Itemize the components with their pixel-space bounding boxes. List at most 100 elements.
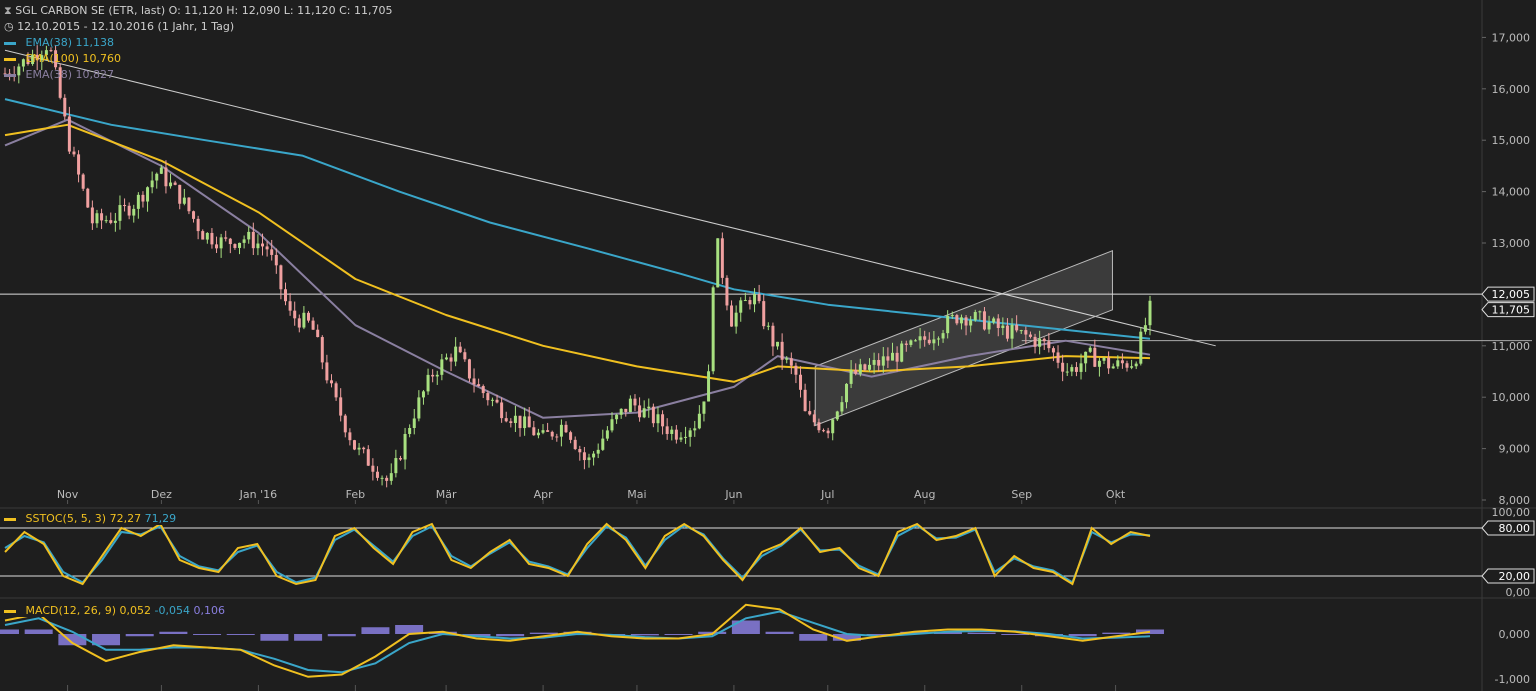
macd-histogram-bar: [125, 634, 154, 637]
stoch-legend[interactable]: SSTOC(5, 5, 3) 72,27 71,29: [4, 512, 177, 525]
macd-hist-value: 0,106: [193, 604, 226, 617]
candle-body: [435, 374, 439, 377]
candle-body: [670, 429, 674, 434]
candle-body: [523, 416, 527, 429]
candle-body: [472, 378, 476, 385]
candle-body: [454, 346, 458, 362]
candle-body: [261, 243, 265, 247]
month-label: Mär: [436, 488, 457, 501]
candle-body: [513, 415, 517, 424]
candle-body: [1015, 324, 1019, 331]
macd-histogram-bar: [1068, 634, 1097, 637]
candle-body: [697, 413, 701, 429]
price-tag-label: 11,705: [1492, 304, 1531, 317]
month-label: Jun: [724, 488, 742, 501]
candle-body: [403, 433, 407, 460]
candle-body: [826, 430, 830, 434]
candle-body: [909, 340, 913, 345]
price-tick-label: 11,000: [1492, 340, 1531, 353]
candle-body: [1038, 338, 1042, 347]
candle-body: [569, 432, 573, 440]
macd-histogram-bar: [0, 629, 19, 634]
title-row: ⧗ SGL CARBON SE (ETR, last) O: 11,120 H:…: [4, 3, 393, 19]
price-tag: 11,705: [1481, 302, 1535, 318]
candle-body: [789, 358, 793, 366]
candle-body: [444, 357, 448, 360]
candle-body: [647, 406, 651, 409]
candle-body: [201, 231, 205, 240]
period-row: ◷ 12.10.2015 - 12.10.2016 (1 Jahr, 1 Tag…: [4, 19, 393, 35]
legend-ema1[interactable]: EMA(38) 11,138: [4, 35, 393, 51]
close-label: C:: [339, 4, 351, 17]
candle-body: [348, 432, 352, 441]
candle-body: [1134, 363, 1138, 367]
macd-histogram-bar: [967, 632, 996, 634]
macd-legend[interactable]: MACD(12, 26, 9) 0,052 -0,054 0,106: [4, 604, 226, 617]
candle-body: [274, 254, 278, 266]
candle-body: [325, 362, 329, 381]
legend-ema2[interactable]: EMA(100) 10,760: [4, 51, 393, 67]
macd-axis-label: -1,000: [1495, 673, 1530, 686]
candle-body: [394, 458, 398, 474]
macd-histogram-bar: [327, 634, 356, 637]
legend-ema3[interactable]: EMA(38) 10,827: [4, 67, 393, 83]
chart-icon: ⧗: [4, 4, 12, 17]
candle-body: [242, 239, 246, 243]
candle-body: [352, 440, 356, 450]
candle-body: [913, 340, 917, 342]
chart-background: [0, 0, 1536, 691]
candle-body: [238, 242, 242, 248]
candle-body: [224, 237, 228, 239]
candle-body: [293, 310, 297, 319]
candle-body: [753, 294, 757, 305]
price-tick-label: 10,000: [1492, 391, 1531, 404]
ema2-swatch: [4, 57, 16, 61]
macd-histogram-bar: [664, 634, 693, 635]
candle-body: [651, 406, 655, 424]
candle-body: [113, 220, 117, 223]
candle-body: [605, 430, 609, 439]
month-label: Sep: [1011, 488, 1032, 501]
candle-body: [785, 358, 789, 360]
candle-body: [831, 419, 835, 434]
candle-body: [297, 318, 301, 328]
candle-body: [564, 424, 568, 433]
candle-body: [587, 457, 591, 461]
candle-body: [716, 238, 720, 288]
candle-body: [964, 317, 968, 326]
candle-body: [1028, 334, 1032, 337]
high-value: 12,090: [241, 4, 281, 17]
candle-body: [426, 374, 430, 392]
candle-body: [1102, 357, 1106, 361]
candle-body: [950, 315, 954, 317]
candle-body: [927, 339, 931, 344]
candle-body: [141, 194, 145, 202]
candle-body: [776, 341, 780, 347]
candle-body: [398, 458, 402, 460]
candle-body: [936, 338, 940, 340]
month-label: Dez: [151, 488, 172, 501]
candle-body: [739, 300, 743, 313]
candle-body: [978, 311, 982, 313]
candle-body: [1139, 331, 1143, 364]
month-label: Aug: [914, 488, 935, 501]
macd-histogram-bar: [193, 634, 222, 635]
month-label: Feb: [346, 488, 365, 501]
low-value: 11,120: [297, 4, 336, 17]
candle-body: [343, 415, 347, 433]
candle-body: [527, 416, 531, 428]
price-tick-label: 13,000: [1492, 237, 1531, 250]
macd-histogram-bar: [159, 631, 188, 634]
candle-body: [1061, 362, 1065, 372]
macd-histogram-bar: [799, 634, 828, 641]
candle-body: [867, 364, 871, 370]
candle-body: [610, 419, 614, 431]
low-label: L:: [283, 4, 294, 17]
candle-body: [467, 359, 471, 379]
candle-body: [362, 447, 366, 450]
candle-body: [421, 391, 425, 398]
macd-histogram-bar: [24, 629, 53, 634]
candle-body: [992, 318, 996, 323]
high-label: H:: [226, 4, 239, 17]
candle-body: [288, 301, 292, 311]
